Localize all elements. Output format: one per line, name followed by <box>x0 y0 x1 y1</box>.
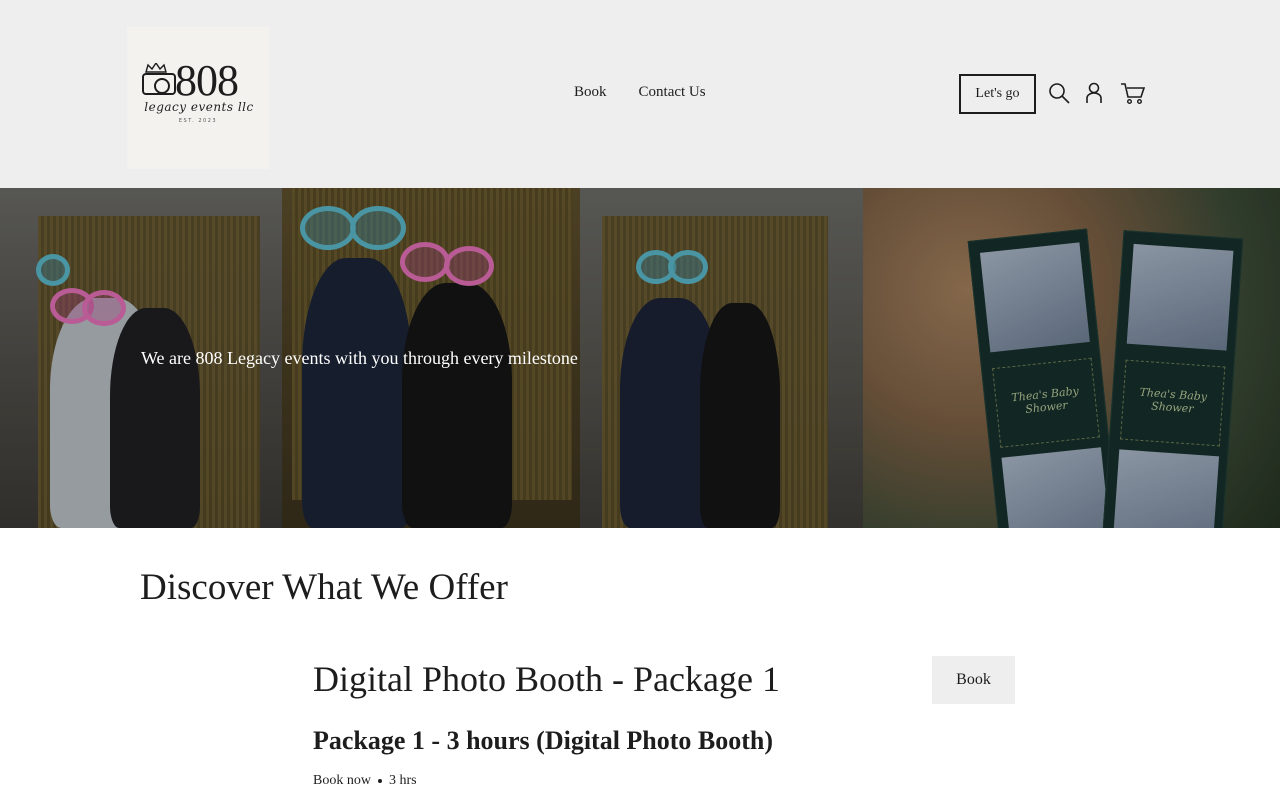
nav-item-contact-us[interactable]: Contact Us <box>639 84 706 101</box>
nav-item-book[interactable]: Book <box>574 84 607 101</box>
site-header: 808 legacy events llc EST. 2023 Book Con… <box>0 0 1280 188</box>
book-now-label: Book now <box>313 773 371 788</box>
section-title: Discover What We Offer <box>140 567 508 608</box>
logo-est: EST. 2023 <box>178 118 218 124</box>
camera-icon <box>142 73 176 95</box>
brand-logo[interactable]: 808 legacy events llc EST. 2023 <box>127 27 269 169</box>
crown-icon <box>145 63 167 73</box>
service-subtitle: Package 1 - 3 hours (Digital Photo Booth… <box>313 726 774 755</box>
hero-tagline: We are 808 Legacy events with you throug… <box>141 348 578 368</box>
logo-script: legacy events llc <box>144 100 254 114</box>
search-icon[interactable] <box>1046 80 1072 106</box>
lets-go-button[interactable]: Let's go <box>959 74 1036 114</box>
service-title[interactable]: Digital Photo Booth - Package 1 <box>313 658 780 700</box>
main-nav: Book Contact Us <box>574 84 706 101</box>
separator-dot <box>377 779 382 783</box>
logo-number: 808 <box>175 56 239 105</box>
cart-icon[interactable] <box>1120 80 1146 106</box>
hero-banner: Thea's Baby Shower Thea's Baby Shower We… <box>0 188 1280 528</box>
duration-label: 3 hrs <box>388 773 417 788</box>
account-icon[interactable] <box>1081 80 1107 106</box>
service-meta: Book now 3 hrs <box>313 773 417 789</box>
book-button[interactable]: Book <box>932 656 1015 704</box>
